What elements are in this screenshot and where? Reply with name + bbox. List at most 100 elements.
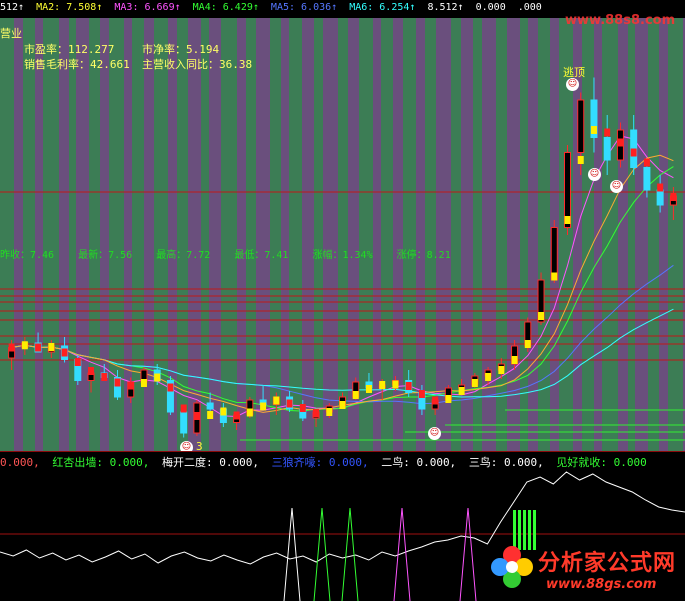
trend-block	[590, 126, 597, 134]
pe-ratio: 市盈率：112.277	[24, 43, 115, 56]
ma-value: MA2: 7.508↑	[36, 2, 103, 13]
trend-block	[538, 312, 545, 320]
trend-block	[313, 409, 320, 417]
signal-value: 0.000,	[0, 456, 40, 469]
trend-block	[339, 401, 346, 409]
candle-body	[656, 189, 664, 206]
trend-block	[418, 390, 425, 398]
signal-spike	[393, 507, 411, 601]
trend-block	[286, 399, 293, 408]
watermark: www.88s8.com	[565, 13, 676, 28]
signal-value: 红杏出墙: 0.000,	[52, 456, 150, 469]
pb-ratio: 市净率：5.194	[142, 43, 220, 56]
limit-up-price: 涨停：8.21	[396, 250, 451, 261]
background-band	[538, 18, 550, 451]
signal-value: 三狼齐嚎: 0.000,	[271, 456, 369, 469]
trend-block	[511, 356, 518, 364]
trend-block	[101, 373, 108, 381]
signal-spike	[283, 507, 301, 601]
trend-block	[643, 158, 650, 167]
background-band	[289, 18, 302, 451]
trend-block	[193, 412, 200, 420]
trend-block	[326, 408, 333, 416]
trend-block	[445, 395, 452, 403]
ma-value: MA5: 6.036↑	[270, 2, 338, 13]
ma-value: 512↑	[0, 2, 25, 13]
logo-name: 分析家公式网	[538, 551, 677, 576]
ma-value: MA3: 6.669↑	[114, 2, 181, 13]
candle-body	[643, 167, 651, 191]
trend-block	[657, 183, 664, 192]
trend-block	[61, 348, 68, 357]
signal-value: 三鸟: 0.000,	[468, 456, 544, 469]
change-percent: 涨幅：1.34%	[312, 250, 373, 261]
background-band	[302, 18, 314, 451]
moving-average-legend: 512↑ MA2: 7.508↑ MA3: 6.669↑ MA4: 6.429↑…	[0, 2, 548, 13]
background-band	[100, 18, 109, 451]
main-price-chart[interactable]: 512↑ MA2: 7.508↑ MA3: 6.669↑ MA4: 6.429↑…	[0, 0, 685, 452]
trend-block	[35, 343, 42, 352]
background-band	[323, 18, 338, 451]
background-band	[221, 18, 237, 451]
background-band	[23, 18, 35, 451]
trend-block	[551, 272, 558, 281]
trend-block	[577, 156, 584, 164]
background-band	[602, 18, 618, 451]
background-band	[618, 18, 628, 451]
trend-block	[260, 402, 267, 411]
background-band	[0, 18, 14, 451]
signal-spike	[341, 507, 359, 601]
candle-body	[603, 137, 611, 161]
site-logo[interactable]: 分析家公式网 www.88gs.com	[488, 543, 684, 599]
trend-block	[498, 366, 505, 374]
smiley-icon: ☺	[566, 78, 579, 91]
trend-block	[48, 343, 55, 351]
trend-block	[485, 373, 492, 381]
trend-block	[352, 391, 359, 399]
trend-block	[617, 138, 624, 147]
trend-block	[246, 408, 253, 417]
trend-block	[21, 341, 28, 350]
logo-url: www.88gs.com	[546, 577, 657, 592]
trend-block	[167, 383, 174, 392]
background-band	[246, 18, 256, 451]
trend-block	[564, 216, 571, 224]
gross-margin: 销售毛利率：42.661	[24, 58, 130, 71]
background-band	[635, 18, 648, 451]
trend-block	[8, 343, 15, 352]
ma-value: .000	[517, 2, 542, 13]
trend-block	[670, 193, 677, 201]
trend-block	[471, 379, 478, 387]
smiley-icon: ☺	[610, 180, 623, 193]
background-band	[648, 18, 659, 451]
trend-block	[365, 385, 372, 393]
trend-block	[524, 340, 531, 348]
background-band	[668, 18, 683, 451]
background-band	[659, 18, 668, 451]
trend-block	[405, 382, 412, 390]
ma-value: MA6: 6.254↑	[349, 2, 416, 13]
trend-block	[207, 411, 214, 419]
trend-block	[127, 381, 134, 390]
smiley-icon: ☺	[428, 427, 441, 440]
trend-block	[379, 381, 386, 389]
trend-block	[114, 378, 121, 387]
trend-block	[220, 407, 227, 416]
low-price: 最低：7.41	[234, 250, 289, 261]
candle-body	[577, 99, 585, 153]
ma-value: 0.000	[475, 2, 506, 13]
signal-legend: 0.000, 红杏出墙: 0.000, 梅开二度: 0.000, 三狼齐嚎: 0…	[0, 454, 653, 470]
flower-logo-icon	[491, 546, 533, 588]
trend-block	[604, 128, 611, 137]
candle-body	[180, 411, 188, 434]
candle-body	[206, 402, 214, 410]
background-band	[425, 18, 436, 451]
background-band	[43, 18, 59, 451]
trend-block	[458, 387, 465, 395]
trend-block	[88, 367, 95, 375]
trend-block	[74, 358, 81, 366]
trend-block	[140, 379, 147, 387]
trend-block	[233, 411, 240, 420]
signal-spike	[459, 507, 477, 601]
trend-block	[432, 396, 439, 405]
